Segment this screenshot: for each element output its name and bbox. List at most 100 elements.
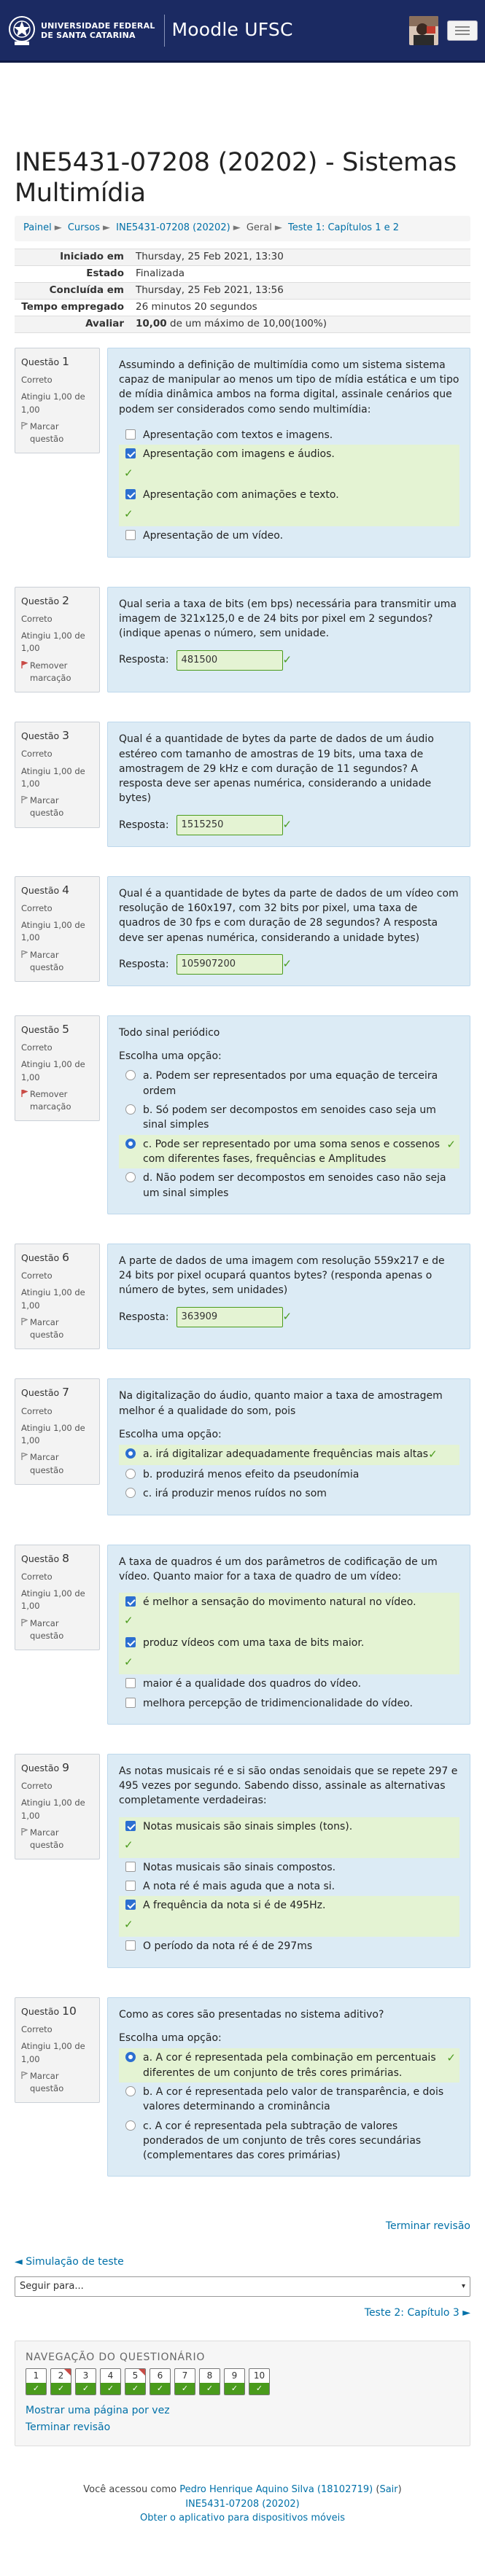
quiz-nav-button-10[interactable]: 10 ✓ — [249, 2368, 270, 2395]
radio-button[interactable] — [125, 2120, 136, 2131]
flag-question-toggle[interactable]: Marcar questão — [21, 2070, 93, 2096]
answer-option[interactable]: é melhor a sensação do movimento natural… — [119, 1593, 459, 1612]
menu-toggle-button[interactable] — [447, 20, 478, 41]
answer-option[interactable]: Notas musicais são sinais simples (tons)… — [119, 1816, 459, 1837]
answer-option[interactable]: Notas musicais são sinais compostos. — [119, 1858, 459, 1877]
breadcrumb-cursos[interactable]: Cursos — [68, 222, 100, 233]
answer-option[interactable]: Apresentação com textos e imagens. — [119, 426, 459, 445]
flag-question-toggle[interactable]: Remover marcação — [21, 1088, 93, 1114]
answer-option[interactable]: b. A cor é representada pelo valor de tr… — [119, 2083, 459, 2117]
footer-course-link[interactable]: INE5431-07208 (20202) — [185, 2499, 300, 2510]
answer-option[interactable]: a. Podem ser representados por uma equaç… — [119, 1066, 459, 1101]
answer-option[interactable]: O período da nota ré é de 297ms — [119, 1937, 459, 1956]
logout-link[interactable]: Sair — [379, 2484, 397, 2495]
answer-input[interactable] — [176, 649, 283, 671]
checkbox[interactable] — [125, 1820, 136, 1831]
flag-question-toggle[interactable]: Remover marcação — [21, 660, 93, 685]
checkbox[interactable] — [125, 1678, 136, 1689]
answer-input[interactable] — [176, 953, 283, 975]
flag-question-link[interactable]: Marcar questão — [30, 1617, 93, 1643]
prev-activity-link[interactable]: ◄ Simulação de teste — [15, 2256, 124, 2268]
radio-button[interactable] — [125, 2052, 136, 2063]
answer-option[interactable]: melhora percepção de tridimencionalidade… — [119, 1694, 459, 1713]
quiznav-finish-review-link[interactable]: Terminar revisão — [26, 2421, 110, 2433]
answer-option[interactable]: A nota ré é mais aguda que a nota si. — [119, 1877, 459, 1896]
radio-button[interactable] — [125, 1172, 136, 1183]
checkbox[interactable] — [125, 1861, 136, 1872]
answer-option[interactable]: a. irá digitalizar adequadamente frequên… — [119, 1445, 459, 1465]
quiz-nav-button-2[interactable]: 2 ✓ — [50, 2368, 71, 2395]
answer-input[interactable] — [176, 814, 283, 835]
finish-review-link[interactable]: Terminar revisão — [386, 2220, 470, 2232]
next-activity-link[interactable]: Teste 2: Capítulo 3 ► — [365, 2307, 470, 2319]
mobile-app-link[interactable]: Obter o aplicativo para dispositivos móv… — [140, 2513, 345, 2524]
flag-question-link[interactable]: Marcar questão — [30, 2070, 93, 2096]
radio-button[interactable] — [125, 1070, 136, 1081]
answer-option[interactable]: Apresentação com imagens e áudios. — [119, 445, 459, 464]
checkbox[interactable] — [125, 530, 136, 541]
radio-button[interactable] — [125, 2085, 136, 2096]
answer-option[interactable]: Apresentação de um vídeo. — [119, 526, 459, 545]
ufsc-logo[interactable]: UNIVERSIDADE FEDERAL DE SANTA CATARINA M… — [7, 9, 293, 52]
answer-option[interactable]: d. Não podem ser decompostos em senoides… — [119, 1168, 459, 1203]
checkbox[interactable] — [125, 1596, 136, 1607]
flag-question-toggle[interactable]: Marcar questão — [21, 1451, 93, 1477]
breadcrumb-painel[interactable]: Painel — [23, 222, 52, 233]
quiz-nav-button-3[interactable]: 3 ✓ — [75, 2368, 96, 2395]
checkbox[interactable] — [125, 448, 136, 459]
checkbox[interactable] — [125, 1637, 136, 1648]
radio-button[interactable] — [125, 1469, 136, 1479]
radio-button[interactable] — [125, 1448, 136, 1459]
flag-question-toggle[interactable]: Marcar questão — [21, 1827, 93, 1852]
flag-question-link[interactable]: Marcar questão — [30, 949, 93, 975]
quiz-nav-button-4[interactable]: 4 ✓ — [100, 2368, 121, 2395]
site-name[interactable]: Moodle UFSC — [172, 17, 293, 43]
checkbox[interactable] — [125, 1697, 136, 1708]
radio-button[interactable] — [125, 1104, 136, 1115]
user-avatar[interactable] — [409, 16, 438, 45]
answer-option[interactable]: maior é a qualidade dos quadros do vídeo… — [119, 1674, 459, 1693]
flag-question-toggle[interactable]: Marcar questão — [21, 1316, 93, 1342]
quiz-nav-button-6[interactable]: 6 ✓ — [150, 2368, 171, 2395]
answer-option[interactable]: b. Só podem ser decompostos em senoides … — [119, 1101, 459, 1135]
flag-question-toggle[interactable]: Marcar questão — [21, 795, 93, 820]
quiz-nav-button-7[interactable]: 7 ✓ — [174, 2368, 195, 2395]
flag-question-link[interactable]: Marcar questão — [30, 421, 93, 446]
flag-question-toggle[interactable]: Marcar questão — [21, 949, 93, 975]
flag-question-link[interactable]: Marcar questão — [30, 1316, 93, 1342]
show-one-page-link[interactable]: Mostrar uma página por vez — [26, 2405, 170, 2416]
checkbox[interactable] — [125, 1881, 136, 1892]
user-profile-link[interactable]: Pedro Henrique Aquino Silva (18102719) — [179, 2484, 373, 2495]
flag-question-toggle[interactable]: Marcar questão — [21, 421, 93, 446]
checkbox[interactable] — [125, 489, 136, 500]
checkbox[interactable] — [125, 1900, 136, 1910]
answer-option[interactable]: c. Pode ser representado por uma soma se… — [119, 1134, 459, 1169]
checkbox[interactable] — [125, 429, 136, 440]
jump-to-select[interactable]: Seguir para... ▾ — [15, 2276, 470, 2298]
quiz-nav-button-8[interactable]: 8 ✓ — [199, 2368, 220, 2395]
question-grade: Atingiu 1,00 de 1,00 — [21, 631, 85, 654]
flag-question-link[interactable]: Marcar questão — [30, 1827, 93, 1852]
quiz-nav-button-9[interactable]: 9 ✓ — [224, 2368, 245, 2395]
answer-option[interactable]: Apresentação com animações e texto. — [119, 485, 459, 505]
flag-question-link[interactable]: Marcar questão — [30, 1451, 93, 1477]
radio-button[interactable] — [125, 1488, 136, 1499]
breadcrumb-course[interactable]: INE5431-07208 (20202) — [116, 222, 230, 233]
breadcrumb-quiz[interactable]: Teste 1: Capítulos 1 e 2 — [288, 222, 399, 233]
quiz-nav-button-1[interactable]: 1 ✓ — [26, 2368, 47, 2395]
checkbox[interactable] — [125, 1940, 136, 1951]
quiz-nav-button-5[interactable]: 5 ✓ — [125, 2368, 146, 2395]
answer-option[interactable]: a. A cor é representada pela combinação … — [119, 2048, 459, 2083]
radio-button[interactable] — [125, 1138, 136, 1149]
answer-option[interactable]: b. produzirá menos efeito da pseudonímia — [119, 1465, 459, 1484]
flag-question-link[interactable]: Remover marcação — [30, 1088, 93, 1114]
flag-question-toggle[interactable]: Marcar questão — [21, 1617, 93, 1643]
answer-input[interactable] — [176, 1306, 283, 1327]
answer-option[interactable]: produz vídeos com uma taxa de bits maior… — [119, 1634, 459, 1653]
flag-question-link[interactable]: Marcar questão — [30, 795, 93, 820]
answer-option[interactable]: A frequência da nota si é de 495Hz. — [119, 1896, 459, 1916]
answer-option[interactable]: c. irá produzir menos ruídos no som — [119, 1484, 459, 1503]
answer-option[interactable]: c. A cor é representada pela subtração d… — [119, 2117, 459, 2166]
flag-question-link[interactable]: Remover marcação — [30, 660, 93, 685]
question-grade: Atingiu 1,00 de 1,00 — [21, 765, 85, 789]
